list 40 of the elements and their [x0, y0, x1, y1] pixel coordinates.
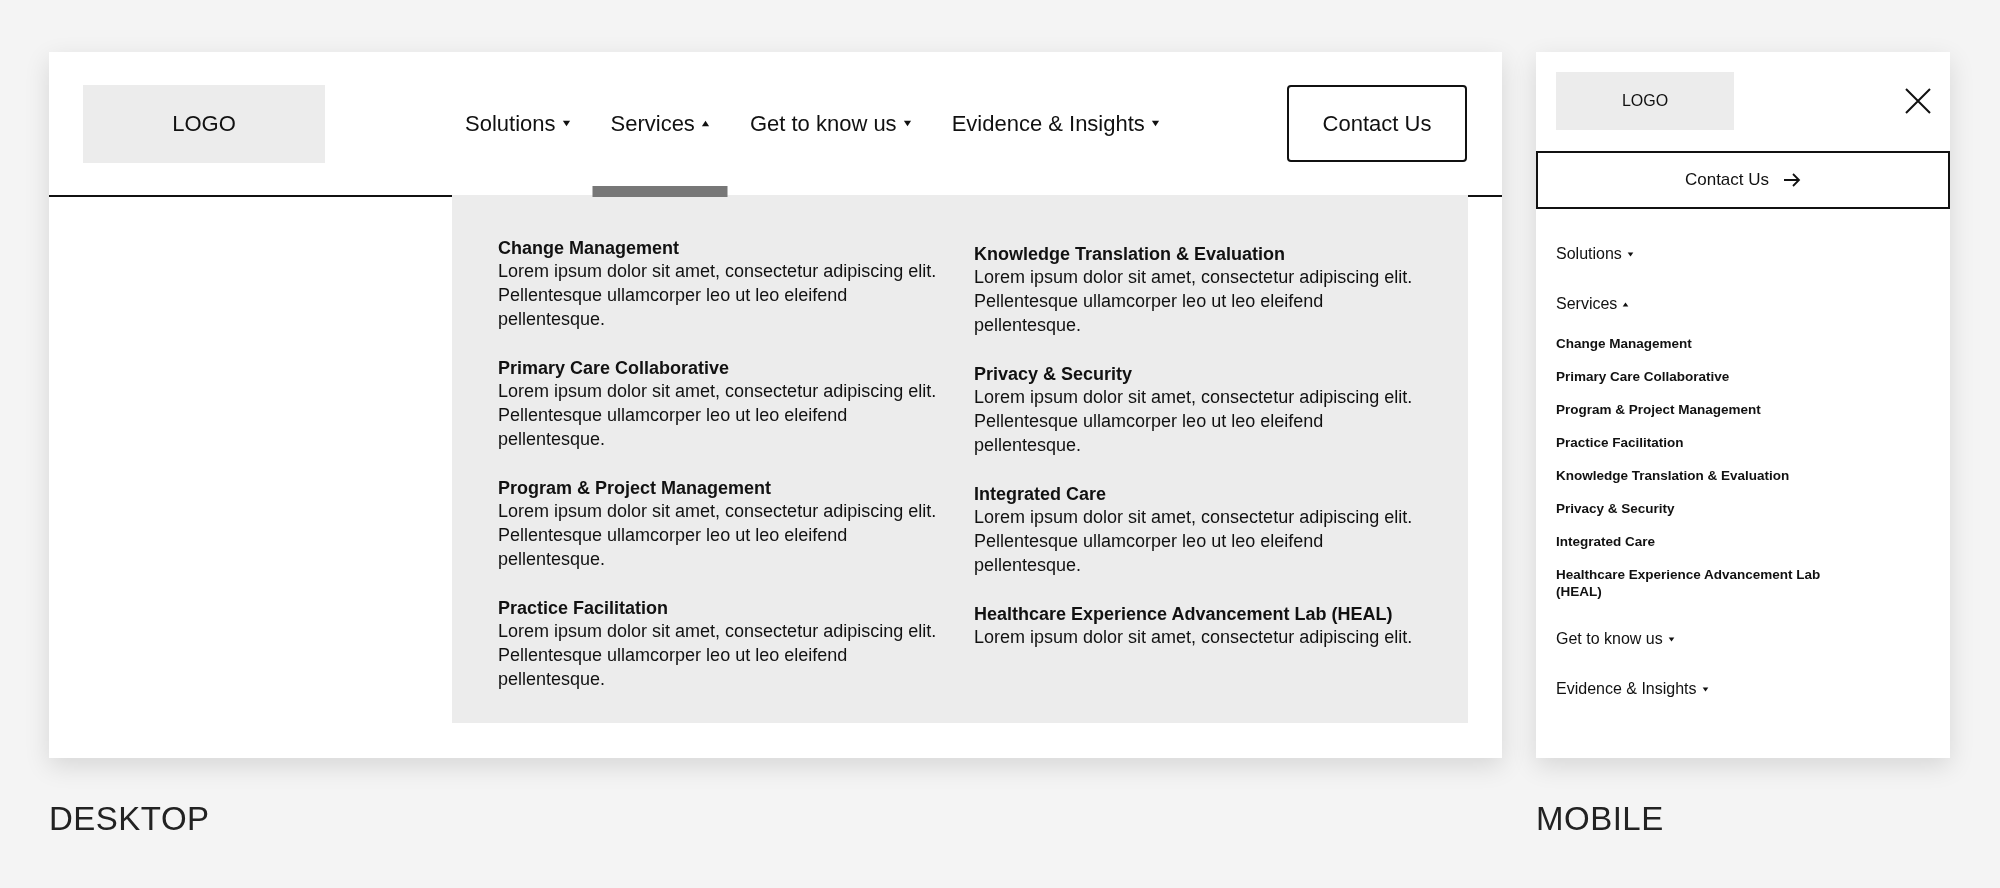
logo[interactable]: LOGO	[83, 84, 325, 163]
menu-description: Lorem ipsum dolor sit amet, consectetur adipiscing elit. Pellentesque ullamcorper leo ut leo eleifend pellentesque.	[498, 380, 938, 451]
contact-button[interactable]: Contact Us	[1536, 151, 1950, 209]
nav-link[interactable]: Services	[610, 110, 695, 137]
contact-button[interactable]: Contact Us	[1287, 85, 1467, 162]
close-icon[interactable]	[1904, 87, 1932, 115]
nav-link[interactable]: Evidence & Insights	[951, 110, 1145, 137]
menu-description: Lorem ipsum dolor sit amet, consectetur adipiscing elit. Pellentesque ullamcorper leo ut leo eleifend pellentesque.	[498, 500, 938, 571]
menu-description: Lorem ipsum dolor sit amet, consectetur adipiscing elit. Pellentesque ullamcorper leo ut leo eleifend pellentesque.	[974, 506, 1414, 577]
submenu-link[interactable]: Healthcare Experience Advancement Lab (HEAL)	[1556, 566, 1846, 600]
menu-description: Lorem ipsum dolor sit amet, consectetur adipiscing elit. Pellentesque ullamcorper leo ut leo eleifend pellentesque.	[498, 620, 938, 691]
menu-link[interactable]: Program & Project Management	[498, 477, 938, 499]
menu-description: Lorem ipsum dolor sit amet, consectetur adipiscing elit.	[974, 626, 1414, 649]
menu-link[interactable]: Change Management	[498, 237, 938, 259]
nav-link[interactable]: Solutions	[1556, 245, 1622, 263]
submenu-link[interactable]: Change Management	[1556, 335, 1846, 352]
nav-link[interactable]: Evidence & Insights	[1556, 680, 1697, 698]
submenu-link[interactable]: Primary Care Collaborative	[1556, 368, 1846, 385]
nav-link[interactable]: Get to know us	[1556, 630, 1663, 648]
menu-link[interactable]: Primary Care Collaborative	[498, 357, 938, 379]
menu-link[interactable]: Practice Facilitation	[498, 597, 938, 619]
caption: MOBILE	[1536, 800, 1665, 838]
nav-link[interactable]: Get to know us	[749, 110, 897, 137]
logo[interactable]: LOGO	[1556, 72, 1734, 130]
menu-description: Lorem ipsum dolor sit amet, consectetur adipiscing elit. Pellentesque ullamcorper leo ut leo eleifend pellentesque.	[498, 260, 938, 331]
submenu-link[interactable]: Knowledge Translation & Evaluation	[1556, 467, 1846, 484]
submenu-link[interactable]: Program & Project Management	[1556, 401, 1846, 418]
menu-description: Lorem ipsum dolor sit amet, consectetur adipiscing elit. Pellentesque ullamcorper leo ut leo eleifend pellentesque.	[974, 266, 1414, 337]
caption: DESKTOP	[49, 800, 211, 838]
submenu-link[interactable]: Practice Facilitation	[1556, 434, 1846, 451]
menu-link[interactable]: Integrated Care	[974, 483, 1434, 505]
menu-link[interactable]: Healthcare Experience Advancement Lab (HEAL)	[974, 603, 1434, 625]
arrow-right-icon	[1783, 173, 1802, 187]
menu-link[interactable]: Privacy & Security	[974, 363, 1434, 385]
submenu-link[interactable]: Privacy & Security	[1556, 500, 1846, 517]
submenu-link[interactable]: Integrated Care	[1556, 533, 1846, 550]
menu-description: Lorem ipsum dolor sit amet, consectetur adipiscing elit. Pellentesque ullamcorper leo ut leo eleifend pellentesque.	[974, 386, 1414, 457]
nav-link[interactable]: Solutions	[465, 110, 556, 137]
menu-link[interactable]: Knowledge Translation & Evaluation	[974, 243, 1434, 265]
nav-link[interactable]: Services	[1556, 295, 1618, 313]
